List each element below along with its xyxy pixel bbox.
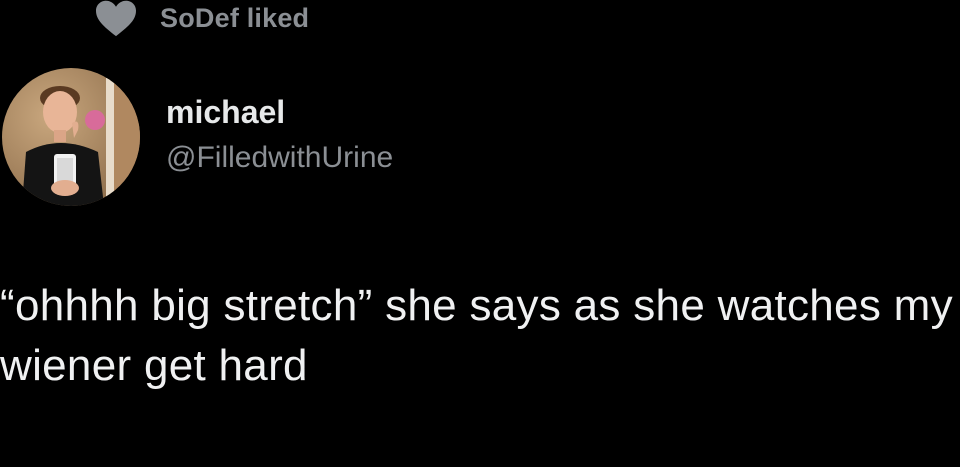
social-context[interactable]: SoDef liked xyxy=(92,0,309,37)
tweet-text: “ohhhh big stretch” she says as she watc… xyxy=(0,281,953,390)
avatar-image xyxy=(2,68,140,206)
heart-icon xyxy=(96,0,136,37)
avatar[interactable] xyxy=(2,68,140,206)
display-name[interactable]: michael xyxy=(166,92,393,132)
username-handle[interactable]: @FilledwithUrine xyxy=(166,138,393,178)
liked-by-text[interactable]: SoDef liked xyxy=(160,3,309,34)
author-block: michael @FilledwithUrine xyxy=(166,92,393,178)
